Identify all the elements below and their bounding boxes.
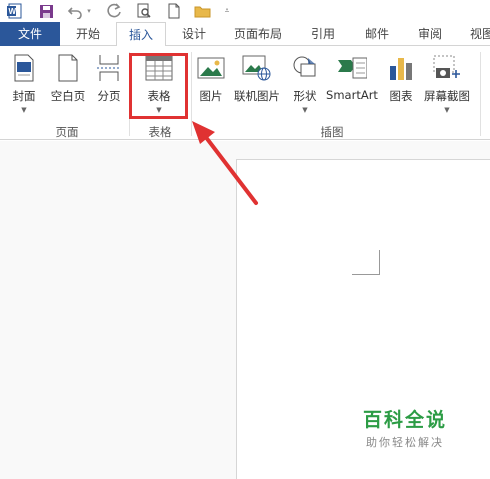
watermark-subtitle: 助你轻松解决 bbox=[366, 436, 444, 449]
watermark: 百科全说 助你轻松解决 bbox=[340, 405, 470, 455]
watermark-title: 百科全说 bbox=[362, 409, 447, 431]
